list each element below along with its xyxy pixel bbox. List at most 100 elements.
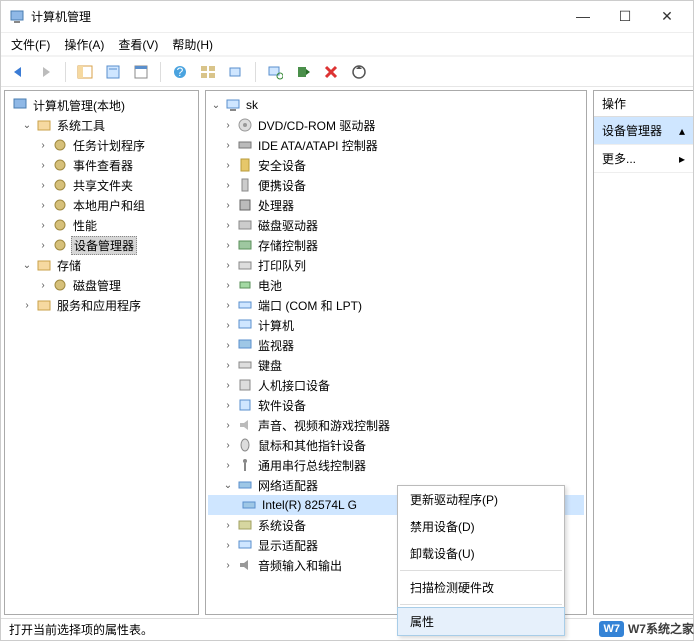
device-category[interactable]: › 电池 bbox=[208, 275, 584, 295]
update-driver-button[interactable] bbox=[348, 61, 370, 83]
tree-item[interactable]: › 事件查看器 bbox=[7, 155, 196, 175]
context-menu-item[interactable]: 卸载设备(U) bbox=[398, 540, 564, 567]
tree-item[interactable]: › 任务计划程序 bbox=[7, 135, 196, 155]
actions-row-main[interactable]: 设备管理器 ▴ bbox=[594, 117, 693, 145]
device-category[interactable]: › 监视器 bbox=[208, 335, 584, 355]
tree-group-label: 系统工具 bbox=[55, 117, 107, 134]
expand-icon[interactable]: › bbox=[222, 140, 234, 151]
tree-item[interactable]: › 共享文件夹 bbox=[7, 175, 196, 195]
device-category[interactable]: › 计算机 bbox=[208, 315, 584, 335]
toolbar-separator bbox=[65, 62, 66, 82]
expand-icon[interactable]: › bbox=[222, 160, 234, 171]
expand-icon[interactable]: › bbox=[222, 320, 234, 331]
device-category[interactable]: › 通用串行总线控制器 bbox=[208, 455, 584, 475]
device-category[interactable]: › 鼠标和其他指针设备 bbox=[208, 435, 584, 455]
help-button[interactable]: ? bbox=[169, 61, 191, 83]
tree-group[interactable]: › 服务和应用程序 bbox=[7, 295, 196, 315]
menu-action[interactable]: 操作(A) bbox=[64, 36, 104, 53]
close-button[interactable]: ✕ bbox=[655, 8, 679, 25]
forward-button[interactable] bbox=[35, 61, 57, 83]
tree-item[interactable]: › 磁盘管理 bbox=[7, 275, 196, 295]
expand-icon[interactable]: › bbox=[37, 160, 49, 171]
expand-icon[interactable]: › bbox=[37, 200, 49, 211]
device-category[interactable]: › 便携设备 bbox=[208, 175, 584, 195]
tree-group[interactable]: ⌄ 存储 bbox=[7, 255, 196, 275]
expand-icon[interactable]: › bbox=[222, 200, 234, 211]
expand-icon[interactable]: › bbox=[37, 240, 49, 251]
device-category[interactable]: › 人机接口设备 bbox=[208, 375, 584, 395]
device-category[interactable]: › 磁盘驱动器 bbox=[208, 215, 584, 235]
tree-item-label: 性能 bbox=[71, 217, 99, 234]
device-category[interactable]: › 安全设备 bbox=[208, 155, 584, 175]
collapse-icon[interactable]: ⌄ bbox=[210, 100, 222, 111]
node-icon bbox=[52, 277, 68, 293]
maximize-button[interactable]: ☐ bbox=[613, 8, 637, 25]
expand-icon[interactable]: › bbox=[222, 520, 234, 531]
device-category[interactable]: › 软件设备 bbox=[208, 395, 584, 415]
actions-row-more[interactable]: 更多... ▸ bbox=[594, 145, 693, 173]
enable-device-button[interactable] bbox=[292, 61, 314, 83]
device-category-label: 端口 (COM 和 LPT) bbox=[256, 297, 364, 314]
device-category-label: 鼠标和其他指针设备 bbox=[256, 437, 368, 454]
device-category[interactable]: › 声音、视频和游戏控制器 bbox=[208, 415, 584, 435]
properties-button[interactable] bbox=[102, 61, 124, 83]
device-root[interactable]: ⌄ sk bbox=[208, 95, 584, 115]
expand-icon[interactable]: › bbox=[37, 180, 49, 191]
device-category[interactable]: › 端口 (COM 和 LPT) bbox=[208, 295, 584, 315]
device-category-label: 人机接口设备 bbox=[256, 377, 332, 394]
expand-icon[interactable]: › bbox=[222, 280, 234, 291]
expand-icon[interactable]: › bbox=[222, 120, 234, 131]
expand-icon[interactable]: › bbox=[222, 300, 234, 311]
uninstall-device-button[interactable] bbox=[320, 61, 342, 83]
expand-icon[interactable]: › bbox=[222, 400, 234, 411]
device-category[interactable]: › 键盘 bbox=[208, 355, 584, 375]
device-category[interactable]: › 打印队列 bbox=[208, 255, 584, 275]
context-menu-item[interactable]: 禁用设备(D) bbox=[398, 513, 564, 540]
expand-icon[interactable]: › bbox=[222, 240, 234, 251]
expand-icon[interactable]: › bbox=[222, 440, 234, 451]
tree-root[interactable]: 计算机管理(本地) bbox=[7, 95, 196, 115]
tree-group[interactable]: ⌄ 系统工具 bbox=[7, 115, 196, 135]
expand-icon[interactable]: › bbox=[37, 220, 49, 231]
back-button[interactable] bbox=[7, 61, 29, 83]
context-menu-item[interactable]: 更新驱动程序(P) bbox=[398, 486, 564, 513]
device-category[interactable]: › 处理器 bbox=[208, 195, 584, 215]
expand-icon[interactable]: › bbox=[222, 420, 234, 431]
status-text: 打开当前选择项的属性表。 bbox=[9, 621, 153, 638]
device-category[interactable]: › IDE ATA/ATAPI 控制器 bbox=[208, 135, 584, 155]
device-category[interactable]: › 存储控制器 bbox=[208, 235, 584, 255]
minimize-button[interactable]: — bbox=[571, 8, 595, 25]
expand-icon[interactable]: › bbox=[222, 340, 234, 351]
expand-icon[interactable]: › bbox=[222, 360, 234, 371]
menu-help[interactable]: 帮助(H) bbox=[172, 36, 213, 53]
expand-icon[interactable]: › bbox=[222, 260, 234, 271]
expand-icon[interactable]: › bbox=[37, 140, 49, 151]
show-hide-tree-button[interactable] bbox=[74, 61, 96, 83]
menu-view[interactable]: 查看(V) bbox=[118, 36, 158, 53]
device-category-label: 电池 bbox=[256, 277, 284, 294]
device-add-button[interactable] bbox=[225, 61, 247, 83]
context-menu-item[interactable]: 属性 bbox=[397, 607, 565, 636]
tree-item[interactable]: › 性能 bbox=[7, 215, 196, 235]
tile-button[interactable] bbox=[197, 61, 219, 83]
category-icon bbox=[237, 397, 253, 413]
tree-item[interactable]: › 设备管理器 bbox=[7, 235, 196, 255]
menu-file[interactable]: 文件(F) bbox=[11, 36, 50, 53]
expand-icon[interactable]: › bbox=[21, 300, 33, 311]
expand-icon[interactable]: ⌄ bbox=[21, 260, 33, 271]
expand-icon[interactable]: › bbox=[222, 220, 234, 231]
context-menu-item[interactable]: 扫描检测硬件改 bbox=[398, 574, 564, 601]
device-category-label: 声音、视频和游戏控制器 bbox=[256, 417, 392, 434]
tree-item[interactable]: › 本地用户和组 bbox=[7, 195, 196, 215]
expand-icon[interactable]: › bbox=[222, 560, 234, 571]
export-button[interactable] bbox=[130, 61, 152, 83]
expand-icon[interactable]: ⌄ bbox=[21, 120, 33, 131]
device-category[interactable]: › DVD/CD-ROM 驱动器 bbox=[208, 115, 584, 135]
expand-icon[interactable]: › bbox=[222, 460, 234, 471]
expand-icon[interactable]: › bbox=[222, 180, 234, 191]
scan-hardware-button[interactable] bbox=[264, 61, 286, 83]
expand-icon[interactable]: › bbox=[222, 380, 234, 391]
expand-icon[interactable]: › bbox=[37, 280, 49, 291]
expand-icon[interactable]: ⌄ bbox=[222, 480, 234, 491]
expand-icon[interactable]: › bbox=[222, 540, 234, 551]
